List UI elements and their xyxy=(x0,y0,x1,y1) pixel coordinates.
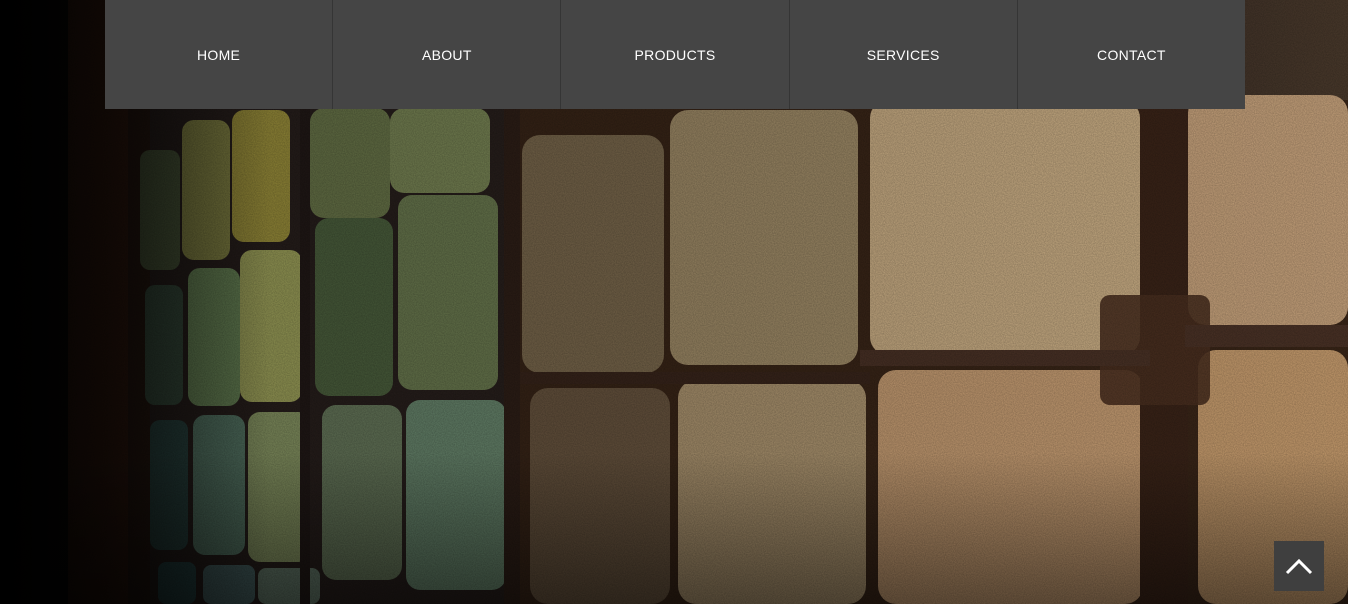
nav-item-about[interactable]: ABOUT xyxy=(333,0,562,109)
back-to-top-button[interactable] xyxy=(1274,541,1324,591)
main-nav: HOME ABOUT PRODUCTS SERVICES CONTACT xyxy=(105,0,1245,109)
nav-item-contact[interactable]: CONTACT xyxy=(1018,0,1245,109)
chevron-up-icon xyxy=(1285,558,1313,575)
nav-item-products[interactable]: PRODUCTS xyxy=(561,0,790,109)
nav-item-home[interactable]: HOME xyxy=(105,0,334,109)
nav-item-services[interactable]: SERVICES xyxy=(790,0,1018,109)
